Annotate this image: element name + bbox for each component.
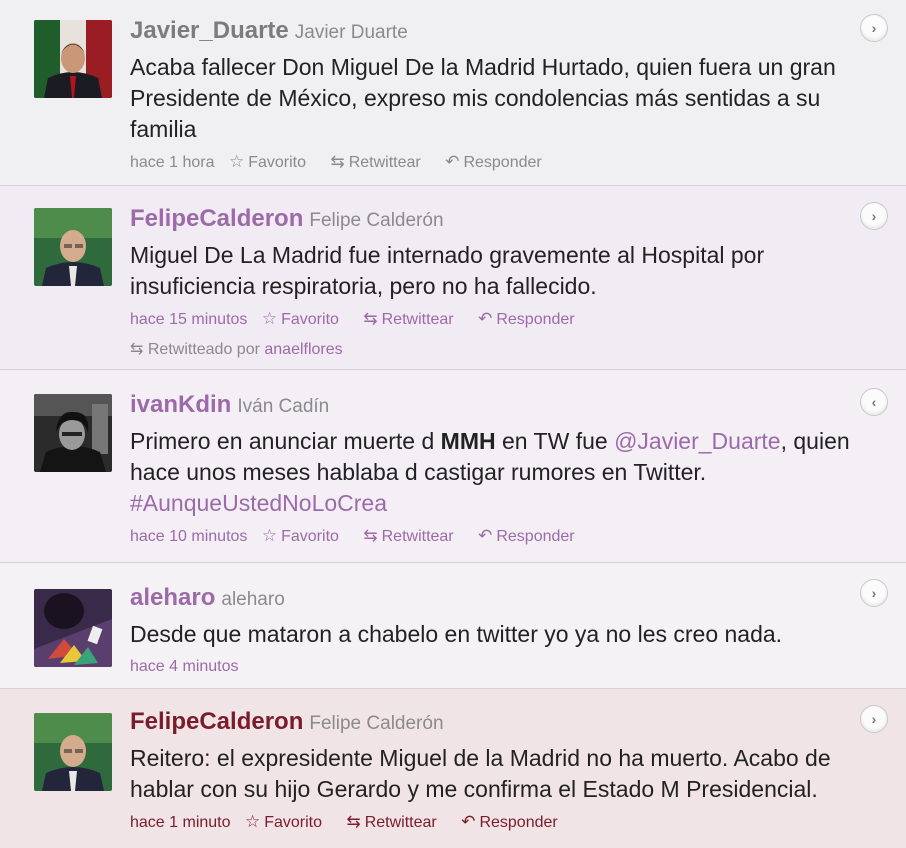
username-link[interactable]: FelipeCalderon [130,708,303,735]
retweet-icon: ⇆ [363,309,378,328]
retweet-icon: ⇆ [130,341,144,358]
full-name: aleharo [221,589,285,610]
tweet-item[interactable]: ivanKdin Iván Cadín Primero en anunciar m… [0,370,906,563]
retweet-button[interactable]: ⇆ Retwittear [363,526,463,545]
avatar[interactable] [34,20,112,98]
star-icon: ☆ [261,309,278,328]
avatar[interactable] [34,589,112,667]
reply-button[interactable]: ↶ Responder [478,309,585,328]
tweet-actions: hace 1 hora ☆ Favorito ⇆ Retwittear ↶ Respo… [130,151,866,174]
retweet-button[interactable]: ⇆ Retwittear [330,152,430,171]
timestamp-link[interactable]: hace 4 minutos [130,658,239,675]
full-name: Felipe Calderón [309,210,444,231]
username-link[interactable]: aleharo [130,584,215,611]
favorite-button[interactable]: ☆ Favorito [261,526,349,545]
favorite-button[interactable]: ☆ Favorito [228,152,316,171]
tweet-item[interactable]: Javier_Duarte Javier Duarte Acaba fallece… [0,0,906,186]
timestamp-link[interactable]: hace 10 minutos [130,528,247,545]
username-link[interactable]: ivanKdin [130,391,231,418]
tweet-text: Miguel De La Madrid fue internado gravem… [130,242,765,299]
reply-button[interactable]: ↶ Responder [478,526,585,545]
reply-arrow-icon: ↶ [478,309,493,328]
tweet-header: FelipeCalderon Felipe Calderón [130,204,866,236]
hashtag-link[interactable]: #AunqueUstedNoLoCrea [130,490,387,516]
avatar[interactable] [34,394,112,472]
tweet-header: Javier_Duarte Javier Duarte [130,16,866,48]
tweet-body: Javier_Duarte Javier Duarte Acaba fallece… [130,16,866,174]
favorite-button[interactable]: ☆ Favorito [261,309,349,328]
star-icon: ☆ [261,526,278,545]
reply-arrow-icon: ↶ [478,526,493,545]
timestamp-link[interactable]: hace 1 hora [130,154,215,171]
retweet-icon: ⇆ [346,812,361,831]
timestamp-link[interactable]: hace 1 minuto [130,814,231,831]
retweet-icon: ⇆ [330,152,345,171]
full-name: Iván Cadín [237,396,330,417]
retweeter-link[interactable]: anaelflores [264,341,342,358]
chevron-left-icon[interactable]: ‹ [860,388,888,416]
retweet-button[interactable]: ⇆ Retwittear [363,309,463,328]
tweet-text: Primero en anunciar muerte d MMH en TW f… [130,428,850,516]
tweet-item[interactable]: FelipeCalderon Felipe Calderón Miguel De … [0,186,906,370]
reply-button[interactable]: ↶ Responder [445,152,552,171]
tweet-actions: hace 15 minutos ☆ Favorito ⇆ Retwittear ↶ R… [130,308,866,331]
retweet-icon: ⇆ [363,526,378,545]
tweet-text: Acaba fallecer Don Miguel De la Madrid H… [130,54,836,142]
mention-link[interactable]: @Javier_Duarte [614,428,781,454]
tweet-header: aleharo aleharo [130,583,866,615]
tweet-actions: hace 4 minutos [130,656,866,678]
chevron-right-icon[interactable]: › [860,705,888,733]
avatar[interactable] [34,208,112,286]
tweet-body: ivanKdin Iván Cadín Primero en anunciar m… [130,390,866,548]
chevron-right-icon[interactable]: › [860,579,888,607]
tweet-actions: hace 10 minutos ☆ Favorito ⇆ Retwittear ↶ R… [130,525,866,548]
tweet-header: ivanKdin Iván Cadín [130,390,866,422]
chevron-right-icon[interactable]: › [860,202,888,230]
star-icon: ☆ [244,812,261,831]
full-name: Felipe Calderón [309,713,444,734]
username-link[interactable]: Javier_Duarte [130,17,289,44]
timestamp-link[interactable]: hace 15 minutos [130,311,247,328]
tweet-body: aleharo aleharo Desde que mataron a chabe… [130,583,866,678]
avatar[interactable] [34,713,112,791]
favorite-button[interactable]: ☆ Favorito [244,812,332,831]
reply-arrow-icon: ↶ [461,812,476,831]
retweeted-by-note: ⇆ Retwitteado por anaelflores [130,341,343,358]
reply-button[interactable]: ↶ Responder [461,812,568,831]
tweet-body: FelipeCalderon Felipe Calderón Miguel De … [130,204,866,359]
tweet-text: Desde que mataron a chabelo en twitter y… [130,621,783,647]
tweet-item[interactable]: aleharo aleharo Desde que mataron a chabe… [0,563,906,689]
tweet-body: FelipeCalderon Felipe Calderón Reitero: e… [130,707,866,834]
full-name: Javier Duarte [294,22,408,43]
retweet-button[interactable]: ⇆ Retwittear [346,812,446,831]
star-icon: ☆ [228,152,245,171]
username-link[interactable]: FelipeCalderon [130,205,303,232]
tweet-item[interactable]: FelipeCalderon Felipe Calderón Reitero: e… [0,689,906,848]
tweet-timeline: Javier_Duarte Javier Duarte Acaba fallece… [0,0,906,848]
tweet-actions: hace 1 minuto ☆ Favorito ⇆ Retwittear ↶ Res… [130,811,866,834]
reply-arrow-icon: ↶ [445,152,460,171]
tweet-text: Reitero: el expresidente Miguel de la Ma… [130,745,831,802]
tweet-header: FelipeCalderon Felipe Calderón [130,707,866,739]
chevron-right-icon[interactable]: › [860,14,888,42]
